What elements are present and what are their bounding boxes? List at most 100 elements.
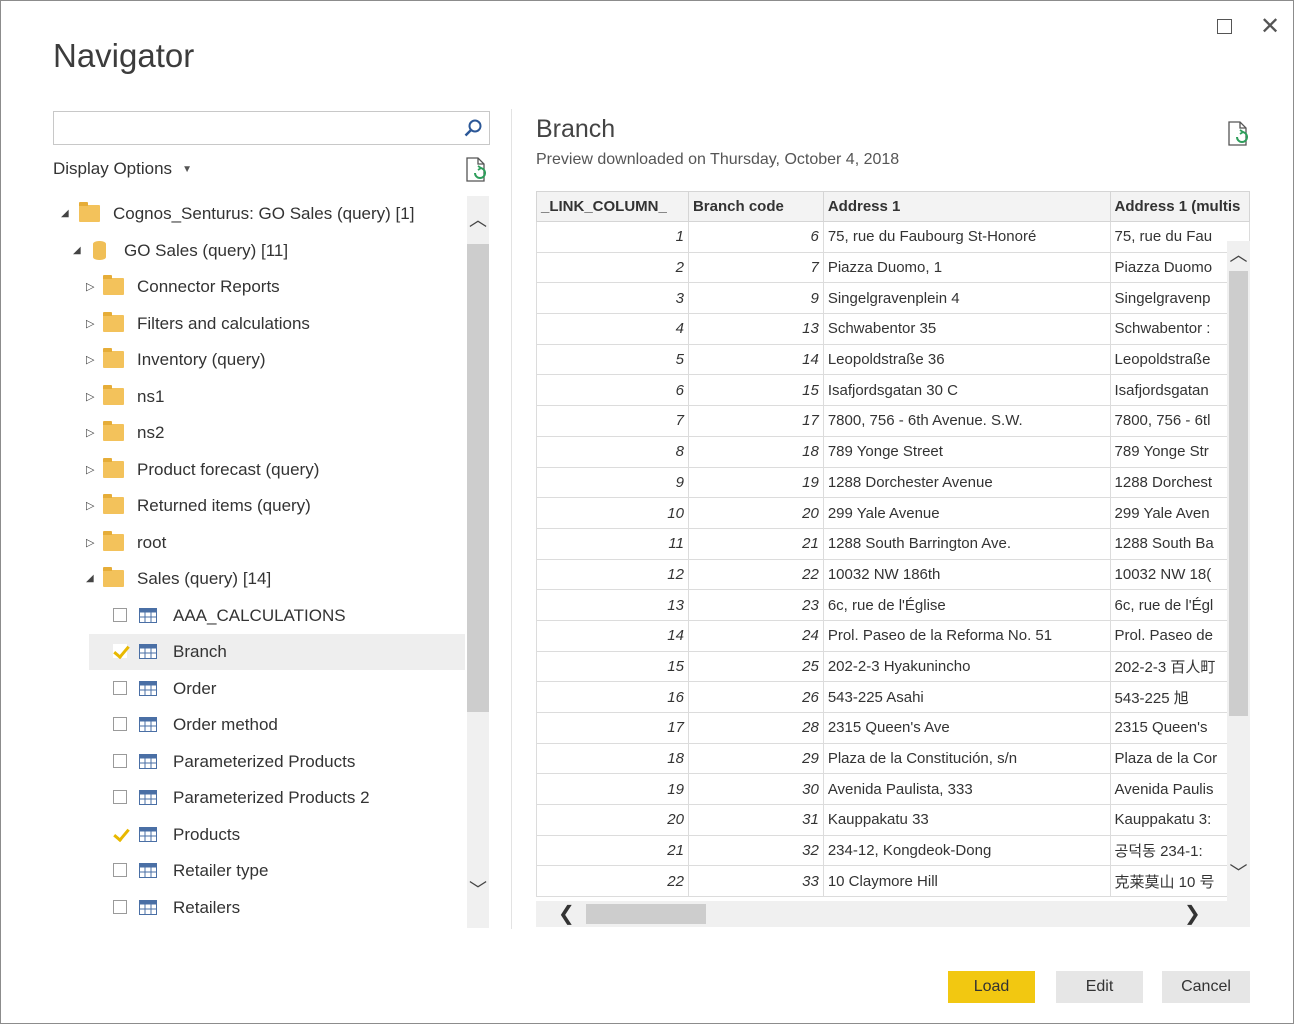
tree-scrollbar[interactable]: ︿ ﹀ [467,196,489,928]
preview-refresh-icon[interactable] [1226,121,1250,147]
tree-item-table[interactable]: Retailers [53,890,465,926]
tree-item-folder[interactable]: ▷ Connector Reports [53,269,465,305]
table-cell: Kauppakatu 33 [822,804,1111,836]
table-row: 2 7 Piazza Duomo, 1 Piazza Duomo [536,251,1250,284]
table-cell: 24 [687,619,824,652]
maximize-icon[interactable] [1212,15,1236,39]
table-row: 13 23 6c, rue de l'Église 6c, rue de l'Égl [536,589,1250,621]
table-cell: 3 [536,282,689,315]
tree-item-table[interactable]: Retailer type [53,853,465,889]
tree-item-label: GO Sales (query) [11] [124,240,289,260]
preview-subtitle: Preview downloaded on Thursday, October … [536,151,900,168]
refresh-icon[interactable] [464,157,488,183]
table-cell: 8 [536,435,689,468]
tree-item-folder[interactable]: ▷ ns2 [53,415,465,451]
table-cell: 299 Yale Avenue [822,497,1111,529]
tree-item-table[interactable]: Parameterized Products 2 [53,780,465,816]
table-row: 5 14 Leopoldstraße 36 Leopoldstraße [536,343,1250,376]
scrollbar-thumb[interactable] [586,904,706,924]
tree-item-database[interactable]: ◢ GO Sales (query) [11] [53,233,465,269]
scrollbar-thumb[interactable] [1229,271,1248,716]
tree-item-table[interactable]: Order [53,671,465,707]
scrollbar-thumb[interactable] [467,244,489,712]
scroll-down-icon[interactable]: ﹀ [1227,859,1250,885]
chevron-down-icon: ▼ [182,164,192,176]
collapsed-arrow-icon[interactable]: ▷ [86,269,94,305]
tree-item-folder[interactable]: ▷ Product forecast (query) [53,452,465,488]
checkbox[interactable] [113,899,127,914]
column-header[interactable]: Address 1 (multis [1109,191,1250,222]
table-cell: 9 [687,282,824,315]
checkbox[interactable] [113,717,127,731]
table-cell: 14 [536,619,689,652]
tree-item-table[interactable]: Order method [53,707,465,743]
tree-item-root[interactable]: ◢ Cognos_Senturus: GO Sales (query) [1] [53,196,465,232]
checkbox[interactable] [113,680,127,695]
dialog-title: Navigator [53,37,195,74]
tree-item-folder[interactable]: ▷ root [53,525,465,561]
search-icon[interactable] [463,118,483,138]
scroll-up-icon[interactable]: ︿ [467,206,489,232]
checkbox[interactable] [113,863,127,877]
table-row: 9 19 1288 Dorchester Avenue 1288 Dorchest [536,466,1250,499]
tree-item-label: Retailer type [173,861,269,880]
table-cell: 10032 NW 186th [822,558,1111,591]
tree-item-folder[interactable]: ▷ Returned items (query) [53,488,465,524]
folder-icon [79,202,100,222]
expanded-arrow-icon[interactable]: ◢ [61,196,69,232]
tree-item-folder[interactable]: ▷ Filters and calculations [53,306,465,342]
collapsed-arrow-icon[interactable]: ▷ [86,379,94,415]
column-header[interactable]: Branch code [687,191,824,222]
preview-hscrollbar[interactable]: ❮ ❯ [536,901,1250,927]
tree-item-label: Order method [173,715,278,734]
table-cell: 30 [687,773,824,806]
scroll-up-icon[interactable]: ︿ [1227,241,1250,267]
close-icon[interactable]: ✕ [1258,15,1282,39]
scroll-right-icon[interactable]: ❯ [1184,901,1201,927]
collapsed-arrow-icon[interactable]: ▷ [86,342,94,378]
table-cell: Avenida Paulista, 333 [822,773,1111,806]
tree-item-folder[interactable]: ▷ ns1 [53,379,465,415]
collapsed-arrow-icon[interactable]: ▷ [86,488,94,524]
table-cell: 6c, rue de l'Église [822,589,1111,621]
table-row: 16 26 543-225 Asahi 543-225 旭 [536,681,1250,713]
checkbox[interactable] [113,826,127,841]
tree-item-folder[interactable]: ◢ Sales (query) [14] [53,561,465,597]
search-input[interactable] [53,111,490,145]
checkbox[interactable] [113,753,127,768]
table-cell: 6 [536,374,689,407]
preview-vscrollbar[interactable]: ︿ ﹀ [1227,241,1250,901]
table-row: 22 33 10 Claymore Hill 克莱莫山 10 号 [536,865,1250,898]
collapsed-arrow-icon[interactable]: ▷ [86,306,94,342]
expanded-arrow-icon[interactable]: ◢ [86,561,94,597]
table-cell: 20 [687,497,824,529]
cancel-button[interactable]: Cancel [1162,971,1250,1003]
tree-item-folder[interactable]: ▷ Inventory (query) [53,342,465,378]
folder-icon [103,348,124,368]
table-cell: 19 [536,773,689,806]
collapsed-arrow-icon[interactable]: ▷ [86,525,94,561]
display-options-dropdown[interactable]: Display Options ▼ [53,159,192,179]
tree-item-table[interactable]: Branch [89,634,465,670]
checkbox[interactable] [113,644,127,658]
pane-divider [511,109,512,929]
checkbox[interactable] [113,790,127,804]
table-icon [139,899,157,915]
column-header[interactable]: Address 1 [822,191,1111,222]
checkbox[interactable] [113,607,127,622]
scroll-down-icon[interactable]: ﹀ [467,876,489,902]
table-cell: 789 Yonge Street [822,435,1111,468]
edit-button[interactable]: Edit [1056,971,1143,1003]
scroll-left-icon[interactable]: ❮ [558,901,575,927]
tree-item-table[interactable]: Parameterized Products [53,744,465,780]
collapsed-arrow-icon[interactable]: ▷ [86,415,94,451]
table-row: 6 15 Isafjordsgatan 30 C Isafjordsgatan [536,374,1250,407]
load-button[interactable]: Load [948,971,1035,1003]
collapsed-arrow-icon[interactable]: ▷ [86,452,94,488]
column-header[interactable]: _LINK_COLUMN_ [536,191,689,222]
table-icon [139,826,157,842]
expanded-arrow-icon[interactable]: ◢ [73,233,81,269]
table-cell: 31 [687,804,824,836]
tree-item-table[interactable]: Products [53,817,465,853]
tree-item-table[interactable]: AAA_CALCULATIONS [53,598,465,634]
